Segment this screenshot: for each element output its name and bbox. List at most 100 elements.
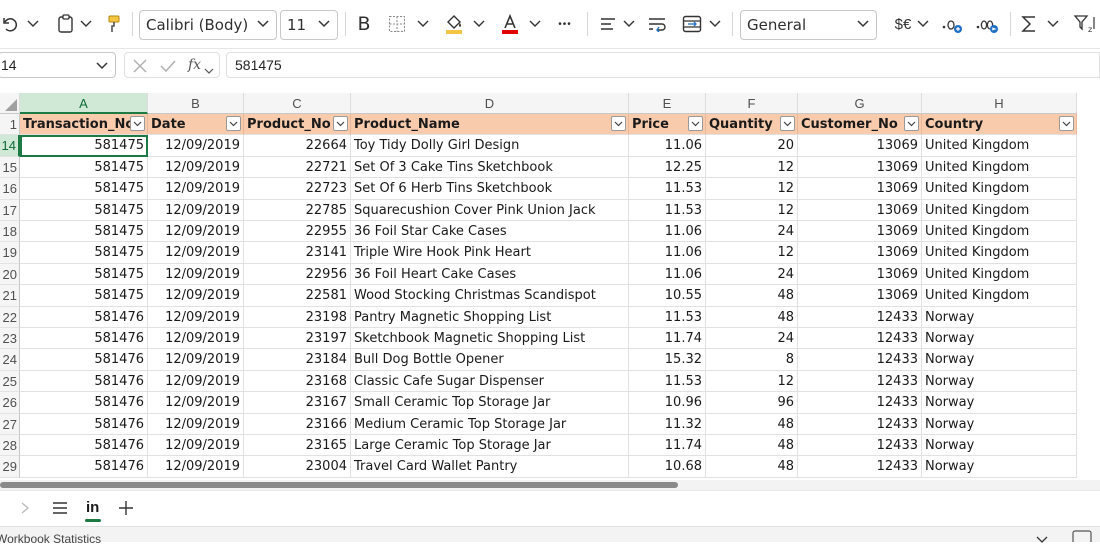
table-cell[interactable]: 23167	[244, 392, 351, 414]
table-cell[interactable]: 22955	[244, 221, 351, 243]
table-cell[interactable]: Norway	[922, 370, 1077, 393]
table-cell[interactable]: 22664	[244, 135, 351, 157]
row-header[interactable]: 15	[0, 156, 20, 179]
undo-chevron-down-icon[interactable]	[25, 8, 41, 40]
undo-icon[interactable]	[0, 8, 22, 40]
table-cell[interactable]: 12433	[798, 349, 922, 371]
table-cell[interactable]: 581476	[20, 328, 148, 350]
format-painter-icon[interactable]	[103, 8, 125, 40]
table-cell[interactable]: 22956	[244, 263, 351, 286]
currency-format-button[interactable]: $€	[890, 8, 916, 40]
column-header-a[interactable]: A	[20, 93, 148, 114]
filter-dropdown-button[interactable]	[780, 116, 795, 131]
cancel-icon[interactable]	[132, 58, 148, 79]
table-cell[interactable]: 12/09/2019	[148, 135, 244, 157]
all-sheets-menu-icon[interactable]	[52, 501, 68, 520]
more-options-button[interactable]: •••	[551, 8, 579, 40]
formula-input[interactable]: 581475	[226, 52, 1100, 78]
table-cell[interactable]: 11.06	[629, 263, 706, 286]
table-cell[interactable]: Large Ceramic Top Storage Jar	[351, 435, 629, 457]
table-cell[interactable]: Norway	[922, 349, 1077, 371]
table-cell[interactable]: 11.74	[629, 328, 706, 350]
sort-filter-icon[interactable]: z	[1070, 8, 1100, 40]
font-size-dropdown[interactable]: 11	[280, 10, 338, 40]
table-cell[interactable]: Classic Cafe Sugar Dispenser	[351, 370, 629, 393]
table-cell[interactable]: Norway	[922, 306, 1077, 328]
table-cell[interactable]: 23166	[244, 413, 351, 435]
table-cell[interactable]: 24	[706, 221, 798, 243]
table-cell[interactable]: 13069	[798, 221, 922, 243]
bold-button[interactable]: B	[352, 8, 376, 40]
table-cell[interactable]: 11.74	[629, 435, 706, 457]
table-cell[interactable]: 581475	[20, 221, 148, 243]
table-cell[interactable]: 36 Foil Star Cake Cases	[351, 221, 629, 243]
number-format-dropdown[interactable]: General	[740, 10, 877, 40]
chevron-right-icon[interactable]	[20, 501, 30, 520]
table-cell[interactable]: Pantry Magnetic Shopping List	[351, 306, 629, 328]
table-cell[interactable]: 13069	[798, 263, 922, 286]
filter-dropdown-button[interactable]	[688, 116, 703, 131]
table-cell[interactable]: 581475	[20, 263, 148, 286]
header-cell[interactable]: Price	[629, 114, 706, 136]
table-cell[interactable]: 12433	[798, 392, 922, 414]
table-cell[interactable]: 13069	[798, 135, 922, 157]
table-cell[interactable]: 23165	[244, 435, 351, 457]
table-cell[interactable]: United Kingdom	[922, 135, 1077, 157]
table-cell[interactable]: 48	[706, 285, 798, 307]
wrap-text-icon[interactable]	[645, 8, 669, 40]
filter-dropdown-button[interactable]	[904, 116, 919, 131]
table-cell[interactable]: 22785	[244, 199, 351, 221]
align-icon[interactable]	[596, 8, 620, 40]
table-cell[interactable]: 12433	[798, 413, 922, 435]
table-cell[interactable]: Medium Ceramic Top Storage Jar	[351, 413, 629, 435]
column-header-g[interactable]: G	[798, 93, 922, 114]
table-cell[interactable]: 13069	[798, 178, 922, 200]
table-cell[interactable]: 12433	[798, 456, 922, 478]
table-cell[interactable]: Triple Wire Hook Pink Heart	[351, 242, 629, 264]
table-cell[interactable]: Small Ceramic Top Storage Jar	[351, 392, 629, 414]
chevron-down-icon[interactable]	[95, 59, 109, 76]
row-header[interactable]: 17	[0, 199, 20, 221]
autosum-chevron-down-icon[interactable]	[1045, 8, 1061, 40]
table-cell[interactable]: 10.68	[629, 456, 706, 478]
table-cell[interactable]: 12/09/2019	[148, 285, 244, 307]
table-cell[interactable]: 13069	[798, 156, 922, 179]
table-cell[interactable]: 12/09/2019	[148, 370, 244, 393]
decrease-decimal-icon[interactable]	[973, 8, 1001, 40]
table-cell[interactable]: 12	[706, 370, 798, 393]
add-sheet-icon[interactable]	[118, 500, 134, 521]
table-cell[interactable]: 22721	[244, 156, 351, 179]
font-name-dropdown[interactable]: Calibri (Body)	[139, 10, 277, 40]
table-cell[interactable]: Travel Card Wallet Pantry	[351, 456, 629, 478]
table-cell[interactable]: 12433	[798, 435, 922, 457]
column-header-d[interactable]: D	[351, 93, 629, 114]
header-cell[interactable]: Transaction_No	[20, 114, 148, 136]
enter-icon[interactable]	[159, 58, 177, 79]
table-cell[interactable]: United Kingdom	[922, 199, 1077, 221]
merge-cells-icon[interactable]	[680, 8, 704, 40]
borders-icon[interactable]	[385, 8, 409, 40]
table-cell[interactable]: 23184	[244, 349, 351, 371]
table-cell[interactable]: 23141	[244, 242, 351, 264]
table-cell[interactable]: 11.53	[629, 178, 706, 200]
table-cell[interactable]: 13069	[798, 242, 922, 264]
borders-chevron-down-icon[interactable]	[415, 8, 431, 40]
autosum-icon[interactable]	[1017, 8, 1041, 40]
table-cell[interactable]: 12433	[798, 328, 922, 350]
table-cell[interactable]: 24	[706, 328, 798, 350]
row-header[interactable]: 25	[0, 370, 20, 393]
table-cell[interactable]: 12/09/2019	[148, 349, 244, 371]
table-cell[interactable]: 13069	[798, 199, 922, 221]
filter-dropdown-button[interactable]	[611, 116, 626, 131]
table-cell[interactable]: United Kingdom	[922, 178, 1077, 200]
header-cell[interactable]: Customer_No	[798, 114, 922, 136]
table-cell[interactable]: 12/09/2019	[148, 328, 244, 350]
table-cell[interactable]: 11.06	[629, 221, 706, 243]
table-cell[interactable]: 581476	[20, 392, 148, 414]
table-cell[interactable]: 12/09/2019	[148, 156, 244, 179]
header-cell[interactable]: Country	[922, 114, 1077, 136]
table-cell[interactable]: 12	[706, 242, 798, 264]
row-header[interactable]: 14	[0, 135, 20, 157]
table-cell[interactable]: 96	[706, 392, 798, 414]
column-header-f[interactable]: F	[706, 93, 798, 114]
